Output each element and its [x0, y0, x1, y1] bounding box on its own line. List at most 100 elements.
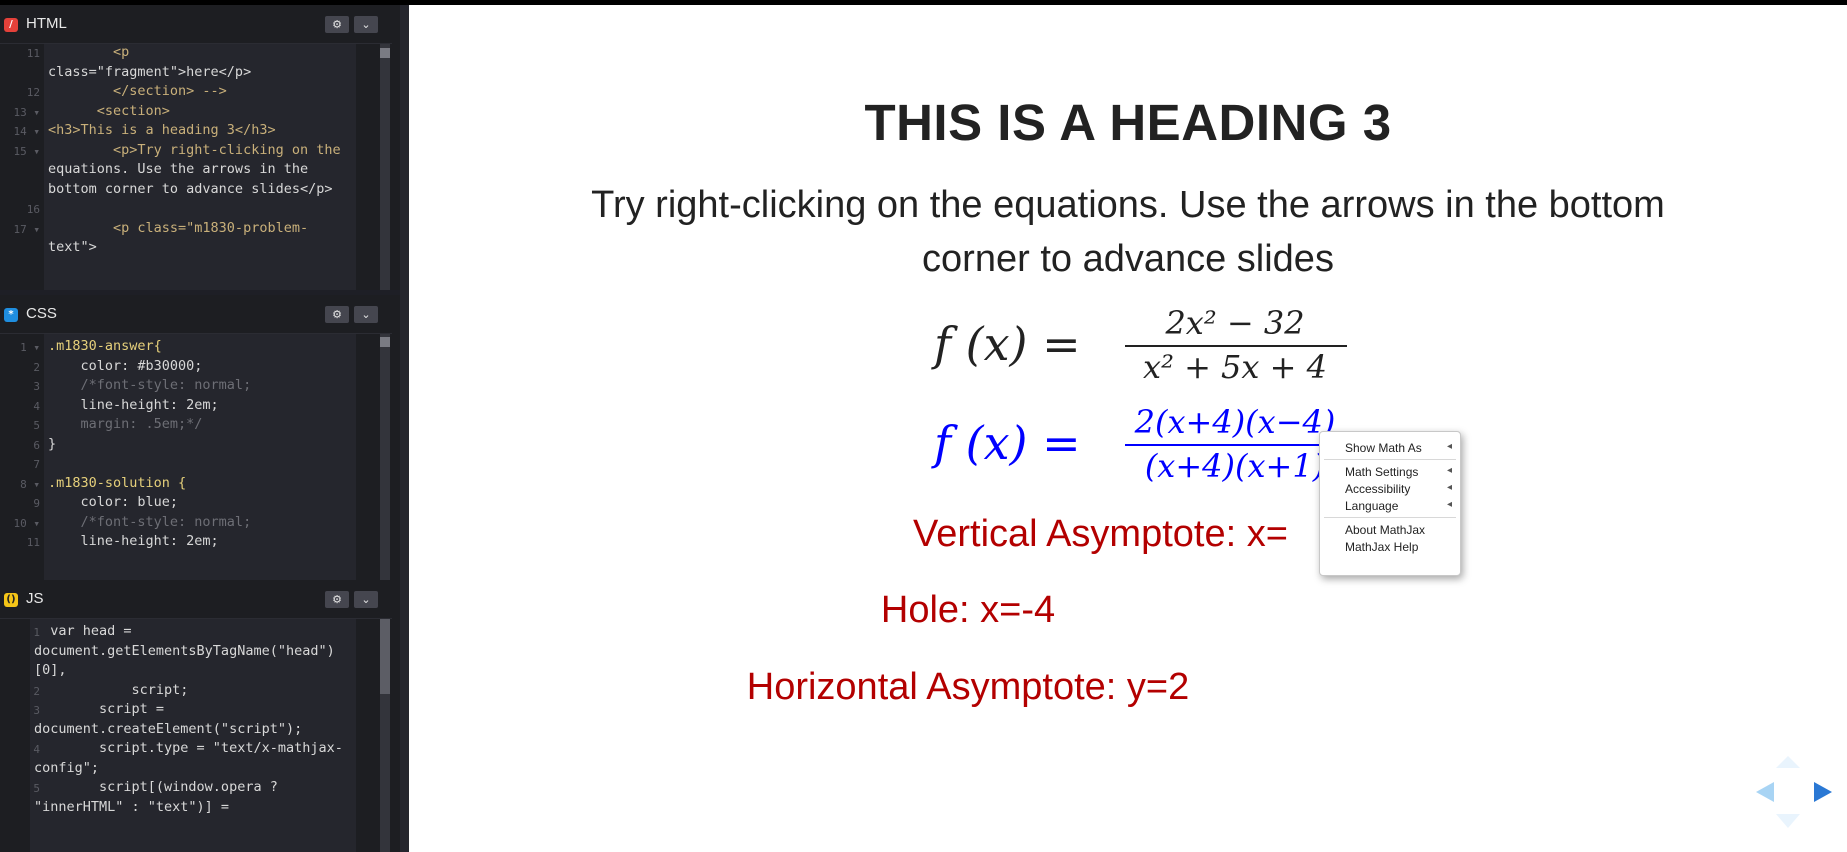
code-line: equations. Use the arrows in the — [0, 161, 360, 181]
gear-icon: ⚙ — [332, 593, 342, 606]
arrow-down-icon[interactable] — [1776, 814, 1800, 828]
html-pane-header: / HTML ⚙ ⌄ — [0, 5, 392, 44]
code-text: line-height: 2em; — [48, 396, 219, 413]
code-text: .m1830-answer{ — [48, 338, 162, 354]
js-settings-button[interactable]: ⚙ — [325, 591, 349, 608]
code-text: bottom corner to advance slides</p> — [48, 180, 333, 197]
line-number: 8 ▾ — [20, 477, 40, 491]
css-badge-icon: * — [4, 308, 18, 322]
equation-1-lhs: f (x) = — [934, 317, 1081, 371]
code-line: 15 ▾ <p>Try right-clicking on the — [0, 142, 360, 162]
code-text: var head = — [34, 623, 132, 639]
code-line: 1 ▾ .m1830-answer{ — [0, 338, 360, 358]
js-badge-icon: () — [4, 593, 18, 607]
code-line: 1 var head = — [0, 623, 360, 643]
code-text: <p — [48, 44, 130, 60]
chevron-down-icon: ⌄ — [361, 308, 371, 321]
code-line: 13 ▾ <section> — [0, 103, 360, 123]
equation-1-numerator: 2x² − 32 — [1165, 304, 1305, 342]
gear-icon: ⚙ — [332, 308, 342, 321]
css-scrollbar[interactable] — [380, 334, 390, 580]
css-settings-button[interactable]: ⚙ — [325, 306, 349, 323]
code-line: 10 ▾ /*font-style: normal; — [0, 514, 360, 534]
html-scroll-thumb[interactable] — [380, 48, 390, 58]
code-text: [0], — [34, 662, 67, 678]
slide-heading: THIS IS A HEADING 3 — [864, 94, 1392, 151]
js-pane: () JS ⚙ ⌄ 1 var head = document.getElemen… — [0, 580, 400, 852]
menu-item-accessibility[interactable]: Accessibility — [1345, 482, 1410, 496]
slide-navigation-controls — [1756, 756, 1832, 828]
code-line: 11 <p — [0, 44, 360, 64]
line-number: 5 — [33, 419, 40, 432]
code-text: /*font-style: normal; — [48, 377, 252, 393]
hole-text: Hole: x=-4 — [880, 589, 1056, 631]
html-pane-title: HTML — [26, 15, 67, 32]
code-text: </section> --> — [48, 83, 227, 99]
menu-item-math-settings[interactable]: Math Settings — [1345, 465, 1418, 479]
js-scroll-thumb[interactable] — [380, 619, 390, 694]
menu-item-about-mathjax[interactable]: About MathJax — [1345, 523, 1425, 537]
line-number: 17 ▾ — [13, 222, 41, 236]
line-number: 4 — [33, 399, 40, 413]
code-text: /*font-style: normal; — [48, 513, 252, 530]
equation-2-numerator: 2(x+4)(x−4) — [1134, 403, 1336, 441]
menu-item-label: Show Math As — [1345, 441, 1422, 455]
line-number: 12 — [26, 86, 40, 99]
css-code-area[interactable]: 1 ▾ .m1830-answer{ 2 color: #b30000; 3 /*fo… — [0, 334, 400, 580]
code-text: } — [48, 435, 57, 452]
slide-paragraph: Try right-clicking on the equations. Use… — [591, 184, 1665, 280]
line-number: 16 — [26, 203, 40, 216]
menu-item-mathjax-help[interactable]: MathJax Help — [1345, 540, 1418, 554]
code-line: 12 </section> --> — [0, 83, 360, 103]
arrow-left-icon[interactable] — [1756, 782, 1774, 802]
menu-item-show-math-as[interactable]: Show Math As — [1345, 441, 1422, 455]
line-number: 3 — [33, 380, 40, 393]
html-settings-button[interactable]: ⚙ — [325, 16, 349, 33]
code-line: 6} — [0, 436, 360, 456]
gear-icon: ⚙ — [332, 18, 342, 31]
menu-item-label: Accessibility — [1345, 482, 1411, 496]
js-scrollbar[interactable] — [380, 619, 390, 852]
code-line: 4 script.type = "text/x-mathjax- — [0, 740, 360, 760]
line-number: 2 — [33, 360, 40, 374]
line-number: 14 ▾ — [13, 125, 41, 138]
code-line: bottom corner to advance slides</p> — [0, 181, 360, 201]
css-collapse-button[interactable]: ⌄ — [354, 306, 378, 323]
code-text: class="fragment">here</p> — [48, 63, 252, 80]
arrow-up-icon[interactable] — [1776, 756, 1800, 768]
css-pane-header: * CSS ⚙ ⌄ — [0, 295, 392, 334]
code-line: 5 margin: .5em;*/ — [0, 416, 360, 436]
submenu-arrow-icon: ◂ — [1446, 465, 1452, 476]
menu-item-label: MathJax Help — [1345, 540, 1419, 554]
code-line: 14 ▾ <h3>This is a heading 3</h3> — [0, 122, 360, 142]
pane-resize-handle[interactable] — [400, 5, 409, 852]
code-line: document.getElementsByTagName("head") — [0, 643, 360, 663]
js-code-area[interactable]: 1 var head = document.getElementsByTagNam… — [0, 619, 400, 852]
arrow-right-icon[interactable] — [1814, 782, 1832, 802]
code-line: [0], — [0, 662, 360, 682]
code-text: color: blue; — [48, 494, 179, 510]
line-number: 11 — [26, 47, 40, 60]
equation-2-denominator: (x+4)(x+1) — [1144, 447, 1326, 485]
html-scrollbar[interactable] — [380, 44, 390, 290]
line-number: 9 — [33, 497, 40, 510]
html-code-area[interactable]: 11 <p class="fragment">here</p> 12 </secti… — [0, 44, 400, 290]
css-scroll-thumb[interactable] — [380, 337, 390, 347]
html-collapse-button[interactable]: ⌄ — [354, 16, 378, 33]
chevron-down-icon: ⌄ — [361, 18, 371, 31]
code-line: 17 ▾ <p class="m1830-problem- — [0, 220, 360, 240]
menu-item-language[interactable]: Language — [1345, 499, 1398, 513]
code-text: script = — [34, 701, 165, 717]
submenu-arrow-icon: ◂ — [1446, 441, 1452, 452]
code-line: class="fragment">here</p> — [0, 64, 360, 84]
code-line: text"> — [0, 239, 360, 259]
code-line: 5 script[(window.opera ? — [0, 779, 360, 799]
code-text: color: #b30000; — [48, 357, 203, 374]
menu-item-label: Language — [1345, 499, 1399, 513]
js-collapse-button[interactable]: ⌄ — [354, 591, 378, 608]
menu-item-label: Math Settings — [1345, 465, 1419, 479]
code-text: .m1830-solution { — [48, 474, 187, 491]
menu-divider — [1324, 459, 1456, 460]
code-line: 2 script; — [0, 682, 360, 702]
code-line: config"; — [0, 760, 360, 780]
